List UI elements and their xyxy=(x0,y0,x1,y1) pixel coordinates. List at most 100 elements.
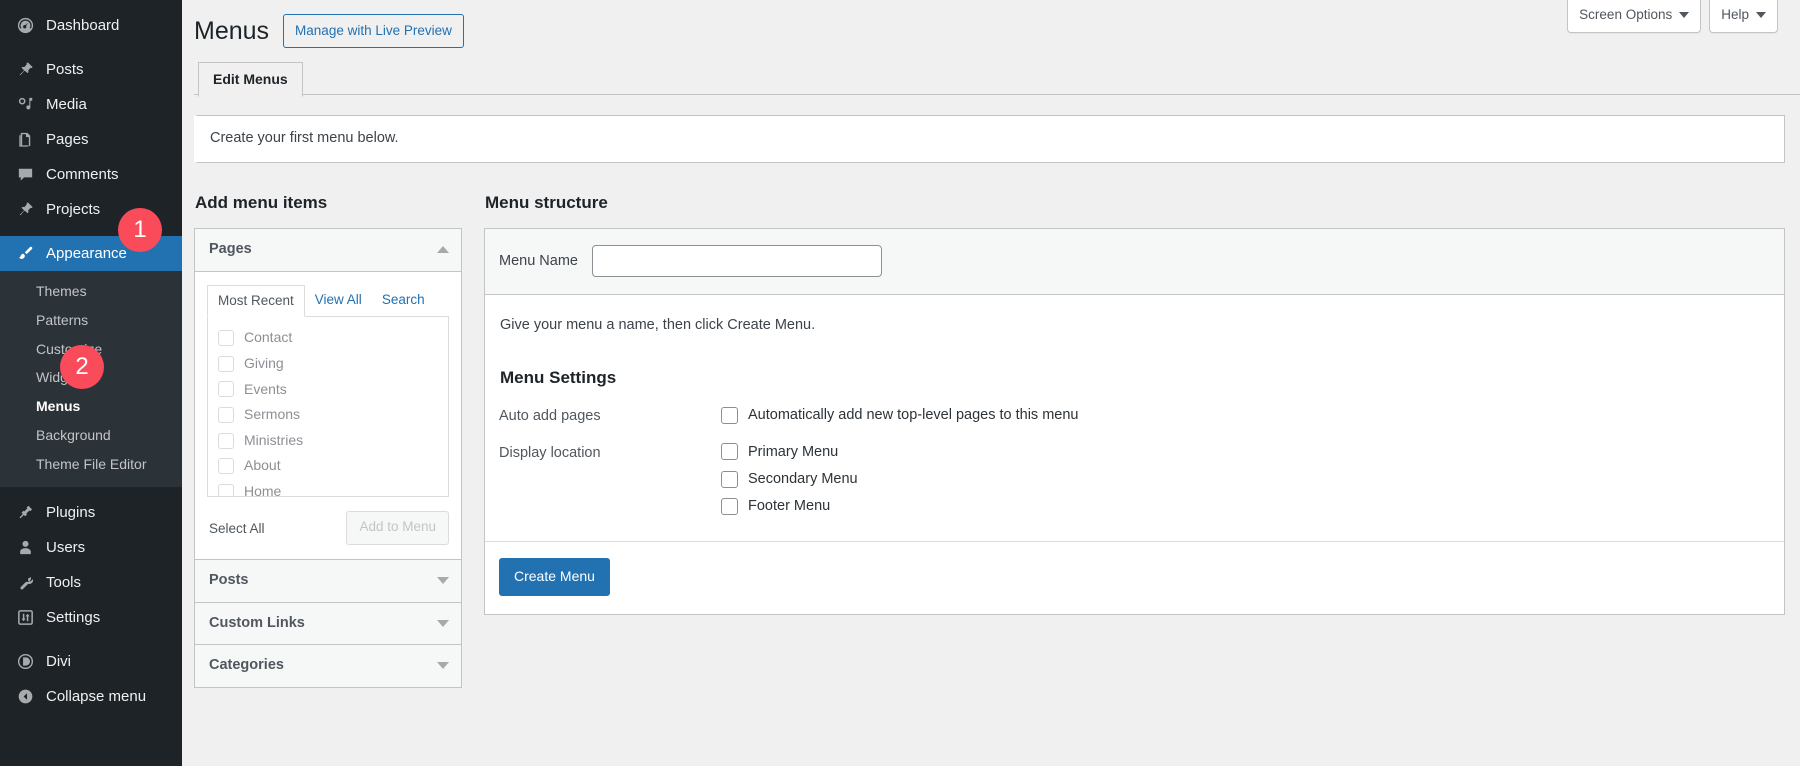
categories-accordion: Categories xyxy=(194,644,462,688)
posts-accordion-header[interactable]: Posts xyxy=(195,560,461,602)
secondary-menu-checkbox[interactable] xyxy=(721,471,738,488)
footer-menu-label: Footer Menu xyxy=(748,496,830,516)
submenu-item-themes[interactable]: Themes xyxy=(0,277,182,306)
submenu-label: Background xyxy=(36,427,111,443)
annotation-badge-1: 1 xyxy=(118,208,162,252)
sidebar-item-media[interactable]: Media xyxy=(0,87,182,122)
media-icon xyxy=(14,95,36,115)
menus-columns: Add menu items Pages Most Recent View Al… xyxy=(194,192,1785,687)
menu-structure-hint: Give your menu a name, then click Create… xyxy=(500,315,1770,337)
sidebar-item-collapse-menu[interactable]: Collapse menu xyxy=(0,679,182,714)
menu-structure-body: Give your menu a name, then click Create… xyxy=(485,295,1784,516)
sidebar-item-tools[interactable]: Tools xyxy=(0,565,182,600)
list-item[interactable]: Contact xyxy=(218,325,438,351)
custom-links-accordion-header[interactable]: Custom Links xyxy=(195,603,461,645)
list-item[interactable]: Ministries xyxy=(218,428,438,454)
page-checkbox[interactable] xyxy=(218,458,234,474)
help-button[interactable]: Help xyxy=(1709,0,1778,33)
categories-accordion-header[interactable]: Categories xyxy=(195,645,461,687)
page-checkbox[interactable] xyxy=(218,356,234,372)
badge-number: 2 xyxy=(75,353,88,381)
submenu-label: Theme File Editor xyxy=(36,456,146,472)
tab-edit-menus[interactable]: Edit Menus xyxy=(198,62,303,97)
submenu-item-patterns[interactable]: Patterns xyxy=(0,306,182,335)
badge-number: 1 xyxy=(133,216,146,244)
location-option-footer[interactable]: Footer Menu xyxy=(721,496,1770,516)
auto-add-pages-row: Auto add pages Automatically add new top… xyxy=(499,405,1770,428)
chevron-down-icon[interactable] xyxy=(437,577,449,584)
list-item[interactable]: About xyxy=(218,453,438,479)
sidebar-item-users[interactable]: Users xyxy=(0,530,182,565)
auto-add-pages-option-label: Automatically add new top-level pages to… xyxy=(748,405,1078,425)
main-content: Screen Options Help Menus Manage with Li… xyxy=(182,0,1800,766)
menu-name-input[interactable] xyxy=(592,245,882,277)
screen-options-button[interactable]: Screen Options xyxy=(1567,0,1701,33)
page-label: Ministries xyxy=(244,431,303,451)
chevron-up-icon[interactable] xyxy=(437,246,449,253)
primary-menu-checkbox[interactable] xyxy=(721,443,738,460)
sidebar-label: Pages xyxy=(46,132,89,147)
sidebar-label: Appearance xyxy=(46,246,127,261)
page-checkbox[interactable] xyxy=(218,330,234,346)
sidebar-item-settings[interactable]: Settings xyxy=(0,600,182,635)
page-checkbox[interactable] xyxy=(218,381,234,397)
subtab-most-recent[interactable]: Most Recent xyxy=(207,285,305,318)
list-item[interactable]: Giving xyxy=(218,351,438,377)
footer-menu-checkbox[interactable] xyxy=(721,498,738,515)
auto-add-pages-option[interactable]: Automatically add new top-level pages to… xyxy=(721,405,1770,425)
display-location-row: Display location Primary Menu Secondary … xyxy=(499,442,1770,517)
notice-create-first-menu: Create your first menu below. xyxy=(194,115,1785,163)
posts-accordion: Posts xyxy=(194,559,462,603)
sidebar-label: Comments xyxy=(46,167,119,182)
chevron-down-icon[interactable] xyxy=(437,620,449,627)
pin-icon xyxy=(14,60,36,80)
auto-add-pages-label: Auto add pages xyxy=(499,405,721,428)
sliders-icon xyxy=(14,607,36,627)
menu-structure-heading: Menu structure xyxy=(485,192,1785,214)
subtab-view-all[interactable]: View All xyxy=(305,285,372,318)
primary-menu-label: Primary Menu xyxy=(748,442,838,462)
page-checkbox[interactable] xyxy=(218,433,234,449)
sidebar-label: Plugins xyxy=(46,505,95,520)
submenu-item-menus[interactable]: Menus xyxy=(0,392,182,421)
add-menu-items-column: Add menu items Pages Most Recent View Al… xyxy=(194,192,462,687)
pages-accordion-footer: Select All Add to Menu xyxy=(195,497,461,558)
submenu-item-background[interactable]: Background xyxy=(0,421,182,450)
sidebar-item-plugins[interactable]: Plugins xyxy=(0,495,182,530)
add-menu-items-heading: Add menu items xyxy=(195,192,462,214)
list-item[interactable]: Home xyxy=(218,479,438,497)
chevron-down-icon xyxy=(1756,12,1766,18)
subtab-search[interactable]: Search xyxy=(372,285,435,318)
help-label: Help xyxy=(1721,6,1749,25)
list-item[interactable]: Sermons xyxy=(218,402,438,428)
list-item[interactable]: Events xyxy=(218,377,438,403)
custom-links-accordion: Custom Links xyxy=(194,602,462,646)
page-checkbox[interactable] xyxy=(218,407,234,423)
sidebar-item-pages[interactable]: Pages xyxy=(0,122,182,157)
sidebar-item-posts[interactable]: Posts xyxy=(0,52,182,87)
location-option-secondary[interactable]: Secondary Menu xyxy=(721,469,1770,489)
user-icon xyxy=(14,537,36,557)
notice-text: Create your first menu below. xyxy=(210,130,399,146)
page-label: Sermons xyxy=(244,405,300,425)
nav-tab-wrapper: Edit Menus xyxy=(194,61,1800,95)
sidebar-item-comments[interactable]: Comments xyxy=(0,157,182,192)
page-label: Giving xyxy=(244,354,284,374)
add-to-menu-button[interactable]: Add to Menu xyxy=(346,511,449,544)
submenu-item-theme-file-editor[interactable]: Theme File Editor xyxy=(0,450,182,479)
pages-checklist[interactable]: Contact Giving Events xyxy=(207,317,449,497)
auto-add-pages-checkbox[interactable] xyxy=(721,407,738,424)
screen-meta-links: Screen Options Help xyxy=(1567,0,1778,33)
chevron-down-icon[interactable] xyxy=(437,662,449,669)
submenu-label: Themes xyxy=(36,283,87,299)
sidebar-item-dashboard[interactable]: Dashboard xyxy=(0,8,182,43)
sidebar-item-divi[interactable]: Divi xyxy=(0,644,182,679)
pages-accordion-header[interactable]: Pages xyxy=(195,229,461,272)
display-location-options: Primary Menu Secondary Menu Footer Menu xyxy=(721,442,1770,517)
location-option-primary[interactable]: Primary Menu xyxy=(721,442,1770,462)
create-menu-button[interactable]: Create Menu xyxy=(499,558,610,597)
select-all-link[interactable]: Select All xyxy=(209,521,265,536)
sidebar-label: Divi xyxy=(46,654,71,669)
page-checkbox[interactable] xyxy=(218,484,234,498)
manage-with-live-preview-button[interactable]: Manage with Live Preview xyxy=(283,14,464,48)
